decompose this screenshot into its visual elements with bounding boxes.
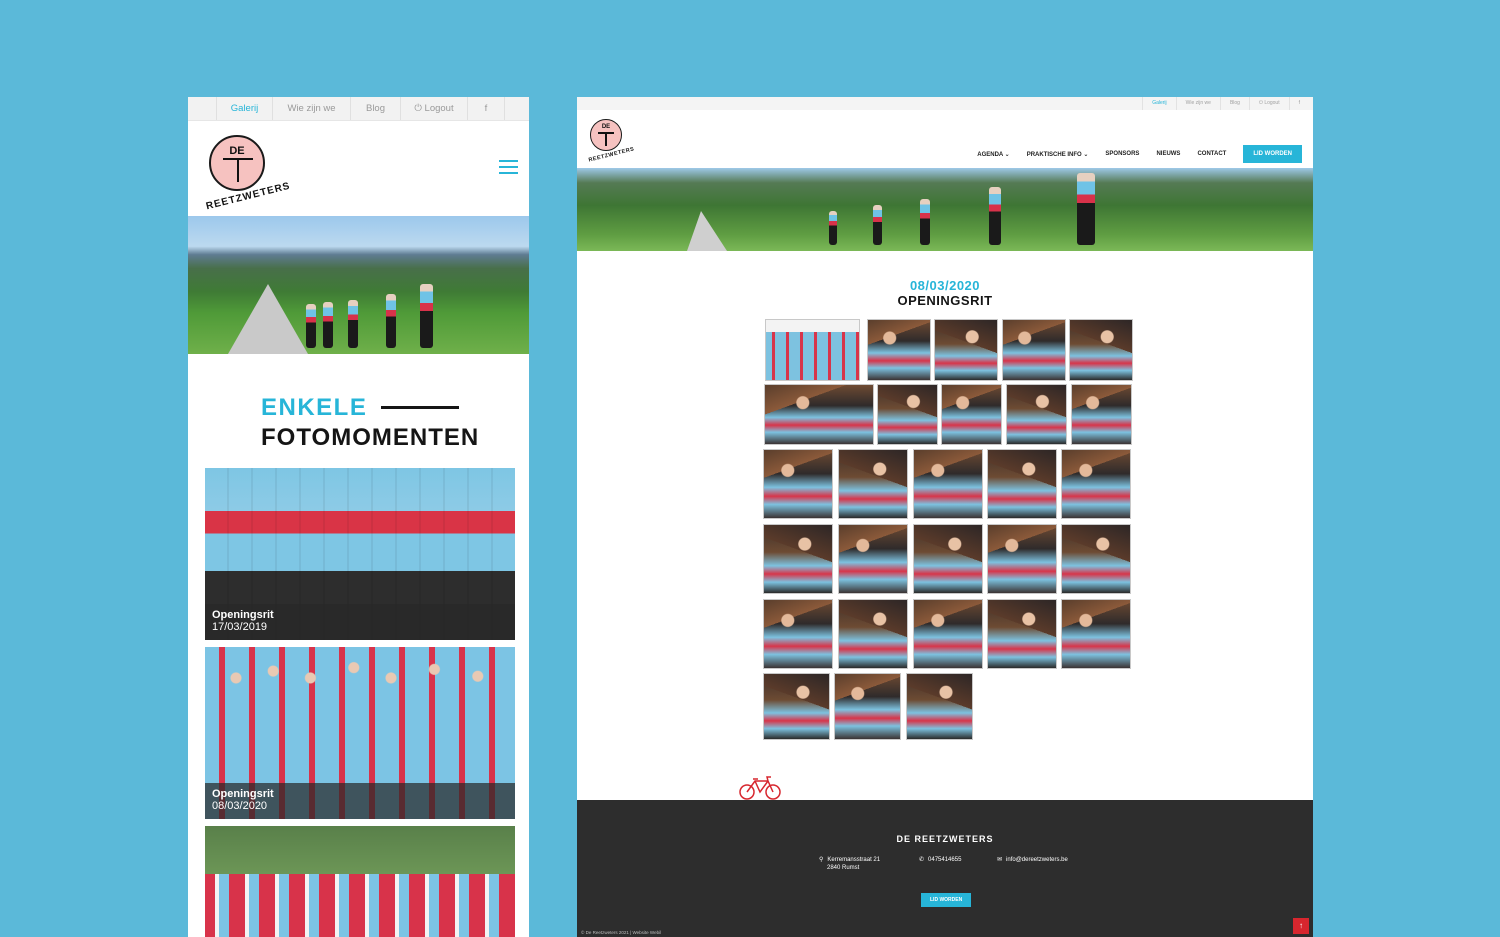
nav-agenda[interactable]: AGENDA ⌄	[977, 151, 1009, 158]
gallery-thumbnail[interactable]	[1002, 319, 1066, 381]
section-heading: ENKELE FOTOMOMENTEN	[261, 394, 479, 452]
site-logo[interactable]: DE REETZWETERS	[205, 135, 292, 212]
album-card[interactable]: Openingsrit 17/03/2019	[205, 468, 515, 640]
facebook-icon[interactable]: f	[467, 97, 505, 120]
gallery-thumbnail[interactable]	[913, 449, 983, 519]
gallery-thumbnail[interactable]	[838, 449, 908, 519]
gallery-thumbnail[interactable]	[763, 449, 833, 519]
footer-phone: ✆ 0475414655	[919, 856, 961, 864]
gallery-date: 08/03/2020	[909, 278, 981, 293]
album-caption: Openingsrit 17/03/2019	[205, 604, 515, 640]
copyright: © De Reetzweters 2021 | Website Webil	[581, 930, 662, 935]
logo-t-stem	[605, 132, 607, 146]
gallery-thumbnail[interactable]	[906, 673, 973, 740]
logo-t-stem	[237, 158, 239, 182]
heading-rule	[381, 406, 459, 409]
logout-link[interactable]: ⏻ Logout	[1248, 97, 1289, 110]
lid-worden-button[interactable]: LID WORDEN	[1243, 145, 1302, 163]
address-line-2: 2840 Rumst	[827, 865, 860, 871]
logout-link[interactable]: ⏻ Logout	[400, 97, 467, 120]
gallery-thumbnail[interactable]	[834, 673, 901, 740]
heading-line-2: FOTOMOMENTEN	[261, 424, 480, 451]
gallery-thumbnail[interactable]	[763, 599, 833, 669]
hero-image	[188, 216, 529, 354]
footer-address: ⚲ Kerremansstraat 21 2840 Rumst	[819, 856, 880, 872]
gallery-thumbnail[interactable]	[913, 524, 983, 594]
footer-brand: DE REETZWETERS	[896, 834, 994, 844]
gallery-thumbnail[interactable]	[987, 524, 1057, 594]
phone-number[interactable]: 0475414655	[928, 857, 961, 863]
nav-sponsors[interactable]: SPONSORS	[1105, 151, 1139, 157]
tab-blog[interactable]: Blog	[1219, 97, 1249, 110]
logo-wordmark: REETZWETERS	[204, 180, 292, 213]
tab-galerij[interactable]: Galerij	[1142, 97, 1175, 110]
email-link[interactable]: info@dereetzweters.be	[1006, 857, 1068, 863]
gallery-thumbnail[interactable]	[1061, 599, 1131, 669]
footer-lid-worden-button[interactable]: LID WORDEN	[921, 893, 972, 907]
nav-nieuws[interactable]: NIEUWS	[1156, 151, 1180, 157]
gallery-thumbnail[interactable]	[1071, 384, 1132, 445]
site-footer: DE REETZWETERS ⚲ Kerremansstraat 21 2840 …	[577, 800, 1313, 937]
site-logo[interactable]: DE REETZWETERS	[588, 119, 635, 164]
gallery-thumbnail[interactable]	[877, 384, 938, 445]
scroll-to-top-button[interactable]: ↑	[1293, 918, 1309, 934]
hamburger-menu-icon[interactable]	[499, 160, 518, 178]
mobile-mockup: Galerij Wie zijn we Blog ⏻ Logout f DE R…	[188, 97, 529, 937]
map-pin-icon: ⚲	[819, 857, 824, 863]
hero-image	[577, 168, 1313, 251]
phone-icon: ✆	[919, 857, 925, 863]
gallery-thumbnail[interactable]	[913, 599, 983, 669]
gallery-thumbnail[interactable]	[867, 319, 931, 381]
facebook-icon[interactable]: f	[1288, 97, 1309, 110]
album-card[interactable]: Openingsrit 08/03/2020	[205, 647, 515, 819]
gallery-thumbnail[interactable]	[765, 319, 860, 381]
gallery-thumbnail[interactable]	[1061, 524, 1131, 594]
mobile-topbar: Galerij Wie zijn we Blog ⏻ Logout f	[188, 97, 529, 121]
gallery-thumbnail[interactable]	[1006, 384, 1067, 445]
tab-blog[interactable]: Blog	[350, 97, 400, 120]
gallery-thumbnail[interactable]	[838, 599, 908, 669]
tab-wie-zijn-we[interactable]: Wie zijn we	[1175, 97, 1220, 110]
nav-praktische-info[interactable]: PRAKTISCHE INFO ⌄	[1027, 151, 1089, 158]
gallery-thumbnail[interactable]	[1069, 319, 1133, 381]
album-date: 08/03/2020	[212, 800, 268, 812]
mobile-header: DE REETZWETERS	[188, 121, 529, 217]
album-date: 17/03/2019	[212, 621, 268, 633]
tab-wie-zijn-we[interactable]: Wie zijn we	[272, 97, 350, 120]
footer-email: ✉ info@dereetzweters.be	[997, 856, 1068, 864]
tab-galerij[interactable]: Galerij	[216, 97, 272, 120]
desktop-topbar: Galerij Wie zijn we Blog ⏻ Logout f	[577, 97, 1313, 110]
bicycle-icon	[739, 776, 781, 800]
logo-wordmark: REETZWETERS	[587, 146, 636, 164]
gallery-thumbnail[interactable]	[764, 384, 874, 445]
album-card[interactable]	[205, 826, 515, 937]
album-title: Openingsrit	[212, 609, 274, 621]
gallery-thumbnail[interactable]	[941, 384, 1002, 445]
gallery-thumbnail[interactable]	[763, 524, 833, 594]
nav-contact[interactable]: CONTACT	[1197, 151, 1226, 157]
gallery-thumbnail[interactable]	[838, 524, 908, 594]
mail-icon: ✉	[997, 857, 1003, 863]
album-title: Openingsrit	[212, 788, 274, 800]
logo-de: DE	[229, 145, 245, 157]
gallery-title: OPENINGSRIT	[897, 293, 993, 308]
address-line-1: Kerremansstraat 21	[827, 857, 881, 863]
desktop-mockup: Galerij Wie zijn we Blog ⏻ Logout f DE R…	[577, 97, 1313, 937]
gallery-thumbnail[interactable]	[987, 449, 1057, 519]
desktop-navbar: DE REETZWETERS AGENDA ⌄ PRAKTISCHE INFO …	[577, 110, 1313, 168]
gallery-thumbnail[interactable]	[987, 599, 1057, 669]
gallery-thumbnail[interactable]	[763, 673, 830, 740]
gallery-thumbnail[interactable]	[934, 319, 998, 381]
album-caption: Openingsrit 08/03/2020	[205, 783, 515, 819]
gallery-thumbnail[interactable]	[1061, 449, 1131, 519]
logo-de: DE	[601, 124, 611, 130]
main-menu: AGENDA ⌄ PRAKTISCHE INFO ⌄ SPONSORS NIEU…	[960, 145, 1302, 163]
